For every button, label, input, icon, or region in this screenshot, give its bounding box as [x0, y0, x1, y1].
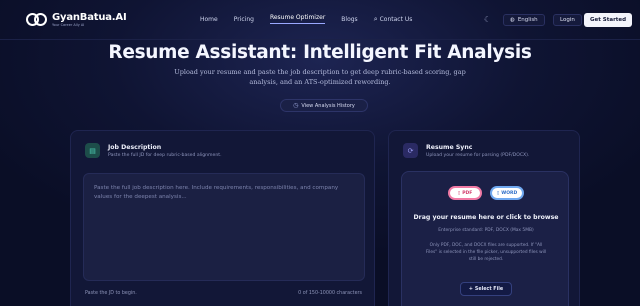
job-card-description: Paste the full JD for deep rubric-based …	[108, 153, 222, 158]
select-file-button[interactable]: + Select File	[460, 282, 512, 296]
view-history-label: View Analysis History	[301, 102, 355, 109]
job-description-input[interactable]: Paste the full job description here. Inc…	[83, 173, 365, 281]
brand-logo[interactable]: GyanBatua.AI Your Career Ally AI	[26, 11, 127, 29]
top-navbar: GyanBatua.AI Your Career Ally AI Home Pr…	[0, 0, 640, 40]
globe-icon: ◍	[510, 17, 515, 23]
logo-mark-icon	[26, 11, 48, 29]
theme-toggle-icon[interactable]: ☾	[484, 15, 491, 24]
plus-icon: +	[468, 286, 473, 292]
job-status-text: Paste the JD to begin.	[85, 291, 137, 296]
pdf-badge: ▯ PDF	[448, 186, 482, 200]
resume-sync-card: ⟳ Resume Sync Upload your resume for par…	[388, 130, 580, 306]
nav-link-home[interactable]: Home	[200, 16, 218, 23]
page-title: Resume Assistant: Intelligent Fit Analys…	[108, 42, 532, 63]
language-label: English	[517, 17, 538, 23]
pdf-file-icon: ▯	[457, 190, 461, 196]
job-card-title: Job Description	[108, 144, 162, 151]
brand-tagline: Your Career Ally AI	[52, 22, 85, 27]
history-icon: ◷	[293, 102, 299, 109]
get-started-button[interactable]: Get Started	[584, 13, 633, 27]
word-badge: ▯ WORD	[490, 186, 524, 200]
dropzone-title: Drag your resume here or click to browse	[413, 214, 559, 221]
nav-link-resume-optimizer[interactable]: Resume Optimizer	[269, 14, 326, 24]
login-button[interactable]: Login	[553, 14, 582, 26]
page-subtitle: Upload your resume and paste the job des…	[174, 68, 466, 86]
nav-link-blogs[interactable]: Blogs	[341, 16, 357, 23]
resume-card-header: ⟳ Resume Sync Upload your resume for par…	[403, 143, 529, 158]
character-counter: 0 of 150-10000 characters	[298, 291, 362, 296]
view-history-button[interactable]: ◷ View Analysis History	[280, 99, 368, 112]
nav-link-pricing[interactable]: Pricing	[234, 16, 254, 23]
dropzone-format-note: Enterprise standard: PDF, DOCX (Max 5MB)	[438, 228, 534, 233]
nav-links: Home Pricing Resume Optimizer Blogs ⌕ Con…	[200, 14, 412, 24]
document-icon: ▤	[85, 143, 100, 158]
job-description-card: ▤ Job Description Paste the full JD for …	[70, 130, 375, 306]
language-selector[interactable]: ◍ English	[503, 14, 545, 26]
brand-name: GyanBatua.AI	[52, 11, 127, 23]
sync-icon: ⟳	[403, 143, 418, 158]
job-card-header: ▤ Job Description Paste the full JD for …	[85, 143, 222, 158]
resume-card-title: Resume Sync	[426, 144, 473, 151]
nav-link-contact[interactable]: ⌕ Contact Us	[374, 15, 413, 24]
resume-dropzone[interactable]: ▯ PDF ▯ WORD Drag your resume here or cl…	[401, 171, 569, 306]
dropzone-support-note: Only PDF, DOC, and DOCX files are suppor…	[425, 243, 547, 262]
word-file-icon: ▯	[496, 190, 500, 196]
search-icon: ⌕	[373, 14, 378, 23]
resume-card-description: Upload your resume for parsing (PDF/DOCX…	[426, 153, 530, 158]
